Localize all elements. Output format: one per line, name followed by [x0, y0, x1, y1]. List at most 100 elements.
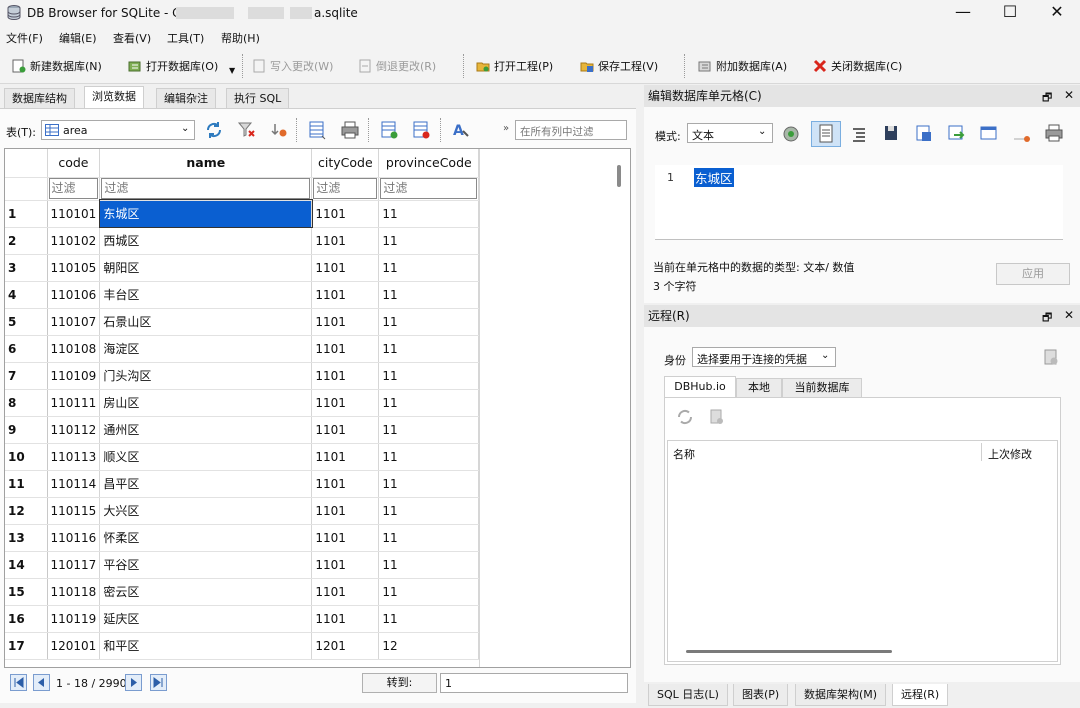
float-panel-icon[interactable]: 🗗 [1042, 89, 1052, 108]
cell-provincecode[interactable]: 11 [378, 389, 480, 417]
refresh-icon[interactable] [676, 408, 694, 426]
cell-citycode[interactable]: 1101 [311, 227, 380, 255]
revert-changes-button[interactable]: 倒退更改(R) [358, 55, 436, 77]
cell-name[interactable]: 昌平区 [99, 470, 313, 498]
delete-record-icon[interactable] [412, 120, 432, 140]
goto-input[interactable]: 1 [440, 673, 628, 693]
save-project-button[interactable]: 保存工程(V) [580, 55, 658, 77]
table-row[interactable]: 6 110108 海淀区 1101 11 [5, 335, 480, 363]
cell-name[interactable]: 密云区 [99, 578, 313, 606]
cell-citycode[interactable]: 1101 [311, 254, 380, 282]
tab-sql-log[interactable]: SQL 日志(L) [648, 684, 728, 706]
cell-code[interactable]: 110102 [47, 227, 101, 255]
clone-database-icon[interactable] [708, 408, 726, 426]
vertical-scrollbar-thumb[interactable] [617, 165, 621, 187]
goto-button[interactable]: 转到: [362, 673, 437, 693]
cell-citycode[interactable]: 1101 [311, 578, 380, 606]
identity-select[interactable]: 选择要用于连接的凭据 ⌄ [692, 347, 836, 367]
print-icon[interactable] [340, 121, 360, 139]
menu-file[interactable]: 文件(F) [6, 30, 43, 46]
cell-citycode[interactable]: 1101 [311, 524, 380, 552]
cell-citycode[interactable]: 1101 [311, 308, 380, 336]
cell-name[interactable]: 平谷区 [99, 551, 313, 579]
tab-database-structure[interactable]: 数据库结构 [4, 88, 75, 108]
cell-code[interactable]: 110108 [47, 335, 101, 363]
tab-remote[interactable]: 远程(R) [892, 684, 949, 706]
cell-provincecode[interactable]: 11 [378, 578, 480, 606]
cell-code[interactable]: 110118 [47, 578, 101, 606]
cell-name[interactable]: 海淀区 [99, 335, 313, 363]
table-row[interactable]: 16 110119 延庆区 1101 11 [5, 605, 480, 633]
sort-reset-icon[interactable] [271, 122, 289, 138]
table-row[interactable]: 15 110118 密云区 1101 11 [5, 578, 480, 606]
table-row[interactable]: 14 110117 平谷区 1101 11 [5, 551, 480, 579]
cell-code[interactable]: 110115 [47, 497, 101, 525]
filter-citycode-input[interactable]: 过滤 [311, 177, 380, 201]
table-row[interactable]: 7 110109 门头沟区 1101 11 [5, 362, 480, 390]
column-header-citycode[interactable]: cityCode [311, 149, 380, 178]
import-file-icon[interactable] [882, 123, 902, 143]
cell-editor[interactable]: 1 东城区 [655, 165, 1063, 240]
cell-code[interactable]: 110119 [47, 605, 101, 633]
tab-db-schema[interactable]: 数据库架构(M) [795, 684, 887, 706]
cell-name[interactable]: 石景山区 [99, 308, 313, 336]
cell-code[interactable]: 110101 [47, 200, 101, 228]
close-database-button[interactable]: 关闭数据库(C) [813, 55, 902, 77]
cell-citycode[interactable]: 1101 [311, 362, 380, 390]
cell-provincecode[interactable]: 12 [378, 632, 480, 660]
cell-citycode[interactable]: 1101 [311, 605, 380, 633]
table-row[interactable]: 11 110114 昌平区 1101 11 [5, 470, 480, 498]
minimize-button[interactable]: — [940, 0, 986, 26]
filter-provincecode-input[interactable]: 过滤 [378, 177, 480, 201]
cell-provincecode[interactable]: 11 [378, 524, 480, 552]
column-header-name[interactable]: name [99, 149, 313, 178]
horizontal-scrollbar-thumb[interactable] [686, 650, 892, 653]
cell-citycode[interactable]: 1201 [311, 632, 380, 660]
export-file-icon[interactable] [914, 123, 934, 143]
cell-name[interactable]: 和平区 [99, 632, 313, 660]
clear-cell-icon[interactable] [1012, 126, 1032, 144]
cell-citycode[interactable]: 1101 [311, 497, 380, 525]
table-row[interactable]: 4 110106 丰台区 1101 11 [5, 281, 480, 309]
cell-code[interactable]: 110111 [47, 389, 101, 417]
cell-code[interactable]: 110109 [47, 362, 101, 390]
cell-citycode[interactable]: 1101 [311, 443, 380, 471]
previous-record-button[interactable] [33, 674, 50, 691]
cell-provincecode[interactable]: 11 [378, 416, 480, 444]
cell-code[interactable]: 110112 [47, 416, 101, 444]
cell-name[interactable]: 顺义区 [99, 443, 313, 471]
cell-provincecode[interactable]: 11 [378, 254, 480, 282]
insert-record-icon[interactable] [380, 120, 400, 140]
cell-code[interactable]: 110113 [47, 443, 101, 471]
cell-citycode[interactable]: 1101 [311, 335, 380, 363]
print-cell-icon[interactable] [1044, 123, 1064, 143]
write-changes-button[interactable]: 写入更改(W) [252, 55, 333, 77]
tab-browse-data[interactable]: 浏览数据 [84, 86, 144, 108]
cell-code[interactable]: 110105 [47, 254, 101, 282]
data-grid[interactable]: code name cityCode provinceCode 过滤 过滤 过滤… [4, 148, 631, 668]
indent-icon[interactable] [850, 125, 868, 143]
next-record-button[interactable] [125, 674, 142, 691]
cell-citycode[interactable]: 1101 [311, 551, 380, 579]
cell-code[interactable]: 120101 [47, 632, 101, 660]
open-database-dropdown-icon[interactable]: ▼ [229, 66, 235, 75]
word-wrap-toggle[interactable] [811, 121, 841, 147]
cell-name[interactable]: 怀柔区 [99, 524, 313, 552]
cell-citycode[interactable]: 1101 [311, 389, 380, 417]
attach-database-button[interactable]: 附加数据库(A) [698, 55, 787, 77]
menu-view[interactable]: 查看(V) [113, 30, 151, 46]
column-header-code[interactable]: code [47, 149, 101, 178]
cell-name[interactable]: 延庆区 [99, 605, 313, 633]
cell-citycode[interactable]: 1101 [311, 470, 380, 498]
cell-provincecode[interactable]: 11 [378, 470, 480, 498]
menu-edit[interactable]: 编辑(E) [59, 30, 97, 46]
cell-code[interactable]: 110116 [47, 524, 101, 552]
refresh-icon[interactable] [205, 121, 223, 139]
table-row[interactable]: 3 110105 朝阳区 1101 11 [5, 254, 480, 282]
table-row[interactable]: 2 110102 西城区 1101 11 [5, 227, 480, 255]
new-database-button[interactable]: 新建数据库(N) [12, 55, 102, 77]
remote-tab-local[interactable]: 本地 [736, 378, 782, 398]
cell-citycode[interactable]: 1101 [311, 416, 380, 444]
close-window-button[interactable]: ✕ [1034, 0, 1080, 26]
cell-name[interactable]: 丰台区 [99, 281, 313, 309]
